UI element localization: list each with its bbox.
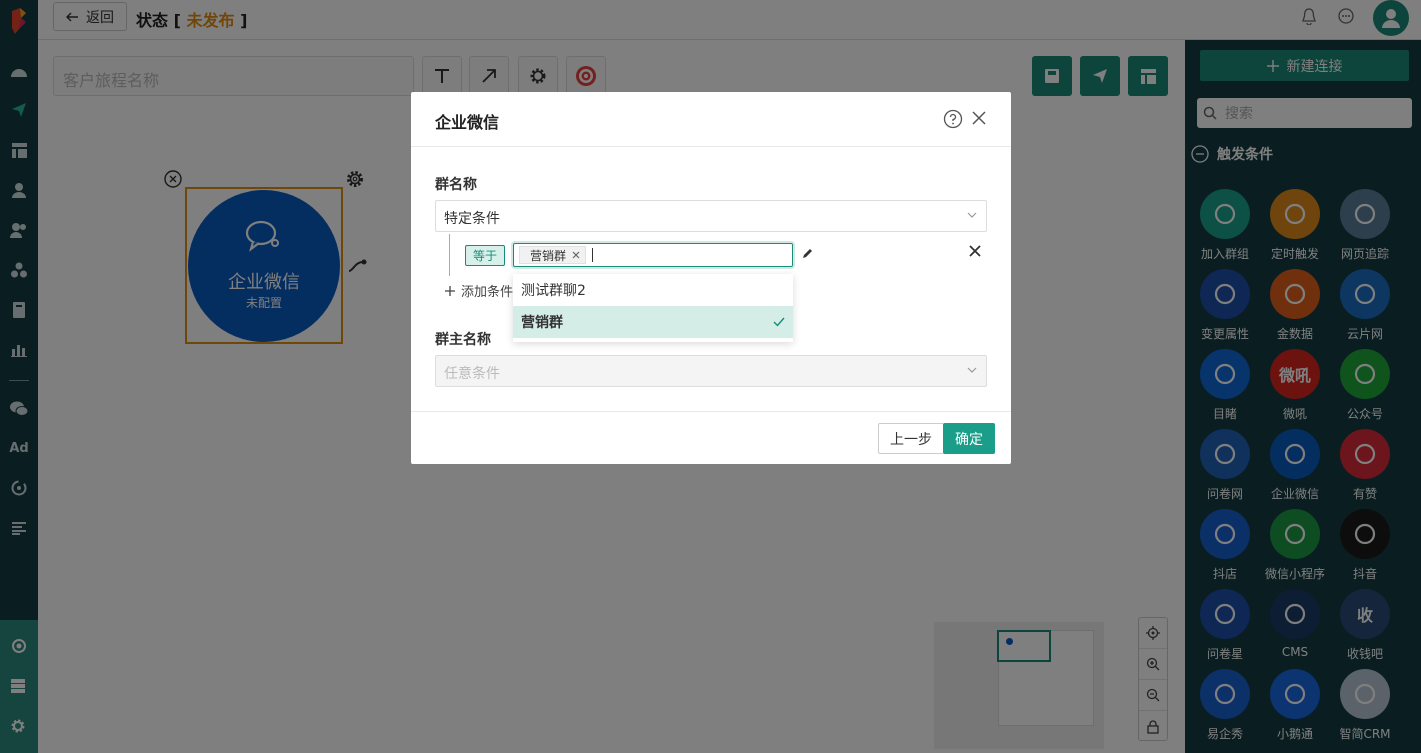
selected-chip: 营销群	[519, 246, 587, 264]
dialog-footer: 上一步 确定	[411, 411, 1011, 464]
operator-tag[interactable]: 等于	[465, 245, 505, 266]
group-name-select[interactable]: 特定条件	[435, 200, 987, 232]
add-condition-label: 添加条件	[461, 285, 514, 300]
owner-select-value: 任意条件	[444, 366, 500, 382]
dialog-title: 企业微信	[435, 113, 500, 132]
dropdown-option[interactable]: 测试群聊2	[513, 274, 793, 306]
group-name-label: 群名称	[435, 177, 477, 193]
chip-remove-icon[interactable]	[572, 251, 580, 259]
help-icon[interactable]	[943, 109, 963, 129]
confirm-button[interactable]: 确定	[943, 423, 995, 454]
chevron-down-icon	[967, 212, 977, 218]
owner-name-label: 群主名称	[435, 332, 491, 348]
group-dropdown: 测试群聊2 营销群	[513, 274, 793, 342]
group-name-select-value: 特定条件	[444, 211, 500, 227]
check-icon	[773, 317, 785, 327]
plus-icon	[445, 285, 455, 296]
add-condition-link[interactable]: 添加条件	[445, 281, 513, 300]
group-tag-input[interactable]: 营销群	[513, 243, 793, 267]
owner-name-select[interactable]: 任意条件	[435, 355, 987, 387]
wecom-config-dialog: 企业微信 群名称 特定条件 等于 营销群 添加条件 测试群聊2 营销群 群主名称…	[411, 92, 1011, 464]
chevron-down-icon	[967, 367, 977, 373]
chip-label: 营销群	[530, 248, 567, 263]
remove-condition-icon[interactable]	[969, 245, 981, 257]
close-icon[interactable]	[971, 110, 987, 126]
condition-branch-line	[449, 234, 450, 276]
dropdown-option-selected[interactable]: 营销群	[513, 306, 793, 338]
pencil-icon[interactable]	[801, 247, 814, 260]
option-label: 测试群聊2	[521, 283, 586, 299]
dialog-header: 企业微信	[411, 92, 1011, 147]
previous-step-button[interactable]: 上一步	[878, 423, 944, 454]
option-label: 营销群	[521, 315, 563, 331]
text-cursor	[592, 248, 594, 262]
